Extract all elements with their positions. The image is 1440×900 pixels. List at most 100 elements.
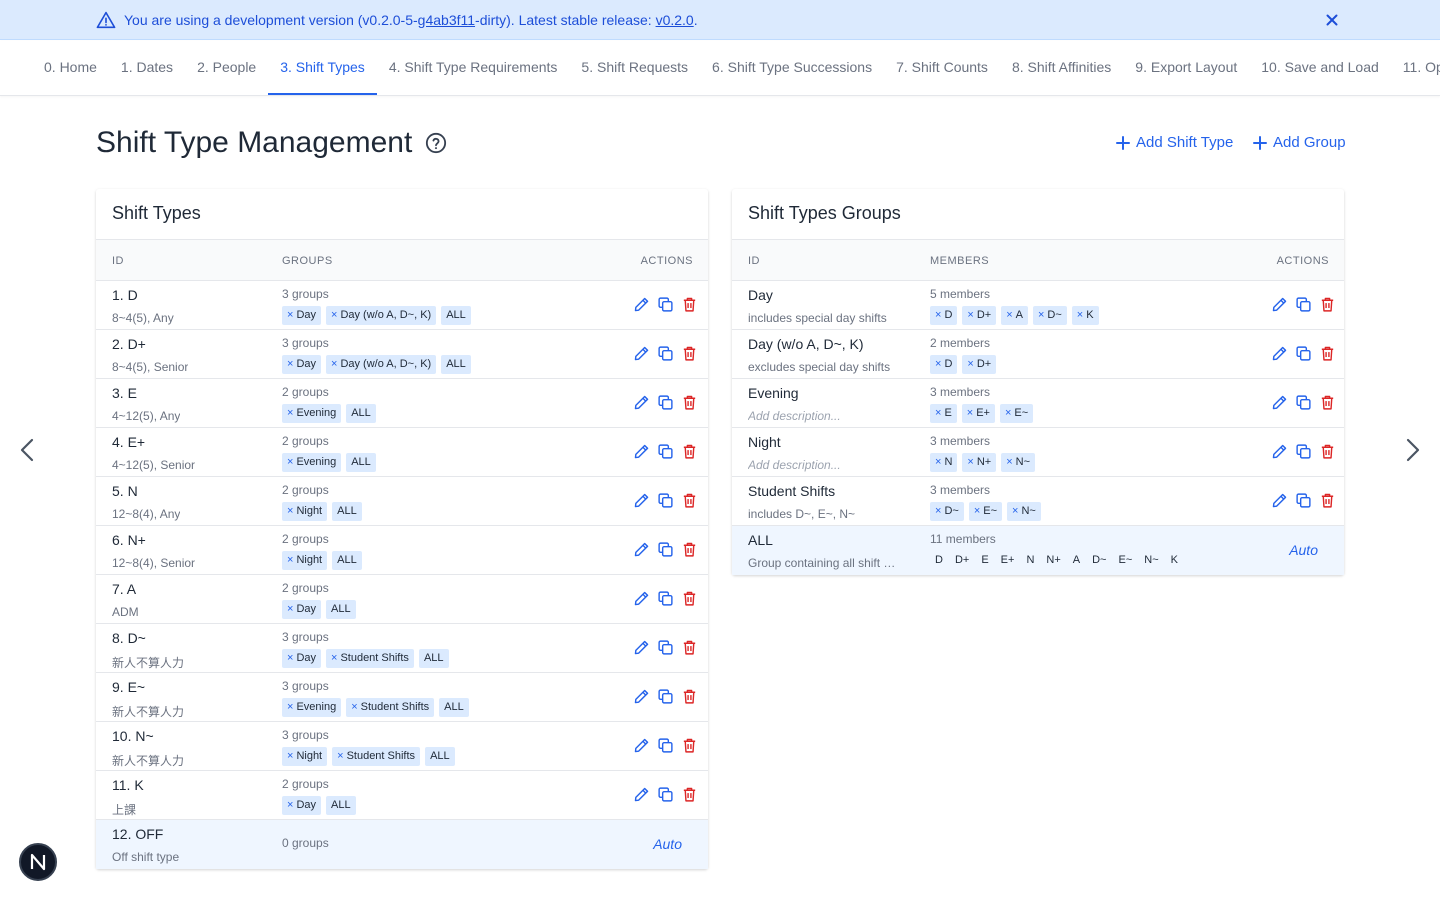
tab-step[interactable]: 1. Dates [109, 41, 185, 95]
group-description[interactable]: includes special day shifts [748, 311, 887, 325]
delete-icon[interactable] [1319, 345, 1336, 362]
duplicate-icon[interactable] [657, 639, 674, 656]
group-description[interactable]: Add description... [748, 458, 841, 472]
remove-chip-icon[interactable]: × [331, 358, 337, 370]
remove-chip-icon[interactable]: × [287, 799, 293, 811]
member-chip[interactable]: × N [930, 453, 958, 472]
member-chip[interactable]: × D [930, 306, 958, 325]
shift-type-description[interactable]: ADM [112, 605, 139, 619]
remove-chip-icon[interactable]: × [967, 358, 973, 370]
tab-step[interactable]: 10. Save and Load [1249, 41, 1391, 95]
duplicate-icon[interactable] [657, 394, 674, 411]
tab-step[interactable]: 3. Shift Types [268, 41, 377, 95]
remove-chip-icon[interactable]: × [337, 750, 343, 762]
duplicate-icon[interactable] [657, 590, 674, 607]
member-chip[interactable]: × Student Shifts [346, 698, 435, 717]
member-chip[interactable]: × D~ [1032, 306, 1067, 325]
tab-step[interactable]: 7. Shift Counts [884, 41, 1000, 95]
remove-chip-icon[interactable]: × [351, 701, 357, 713]
shift-type-description[interactable]: 上課 [112, 801, 136, 818]
remove-chip-icon[interactable]: × [287, 309, 293, 321]
help-icon[interactable] [425, 132, 447, 154]
duplicate-icon[interactable] [657, 737, 674, 754]
duplicate-icon[interactable] [657, 296, 674, 313]
remove-chip-icon[interactable]: × [331, 652, 337, 664]
group-description[interactable]: includes D~, E~, N~ [748, 507, 855, 521]
remove-chip-icon[interactable]: × [287, 407, 293, 419]
shift-type-description[interactable]: 12~8(4), Senior [112, 556, 195, 570]
edit-icon[interactable] [633, 492, 650, 509]
duplicate-icon[interactable] [1295, 394, 1312, 411]
delete-icon[interactable] [681, 492, 698, 509]
edit-icon[interactable] [1271, 394, 1288, 411]
member-chip[interactable]: × Evening [282, 453, 342, 472]
shift-type-description[interactable]: 新人不算人力 [112, 654, 184, 671]
remove-chip-icon[interactable]: × [1006, 309, 1012, 321]
remove-chip-icon[interactable]: × [287, 554, 293, 566]
member-chip[interactable]: × D+ [962, 355, 997, 374]
remove-chip-icon[interactable]: × [287, 505, 293, 517]
member-chip[interactable]: × Day [282, 796, 321, 815]
delete-icon[interactable] [1319, 492, 1336, 509]
remove-chip-icon[interactable]: × [1006, 456, 1012, 468]
member-chip[interactable]: × Student Shifts [326, 649, 414, 668]
delete-icon[interactable] [681, 541, 698, 558]
member-chip[interactable]: × Day (w/o A, D~, K) [326, 306, 437, 325]
edit-icon[interactable] [633, 688, 650, 705]
remove-chip-icon[interactable]: × [287, 652, 293, 664]
edit-icon[interactable] [633, 639, 650, 656]
remove-chip-icon[interactable]: × [287, 358, 293, 370]
member-chip[interactable]: × Evening [282, 404, 342, 423]
duplicate-icon[interactable] [1295, 443, 1312, 460]
remove-chip-icon[interactable]: × [974, 505, 980, 517]
duplicate-icon[interactable] [657, 492, 674, 509]
member-chip[interactable]: × Day [282, 306, 321, 325]
edit-icon[interactable] [633, 737, 650, 754]
member-chip[interactable]: × Night [282, 551, 328, 570]
remove-chip-icon[interactable]: × [967, 407, 973, 419]
member-chip[interactable]: × Day [282, 649, 321, 668]
edit-icon[interactable] [633, 590, 650, 607]
member-chip[interactable]: × D~ [930, 502, 964, 521]
remove-chip-icon[interactable]: × [1077, 309, 1083, 321]
chevron-right-icon[interactable] [1398, 436, 1426, 464]
group-description[interactable]: Add description... [748, 409, 841, 423]
tab-step[interactable]: 11. Op [1391, 41, 1440, 95]
remove-chip-icon[interactable]: × [287, 701, 293, 713]
tab-step[interactable]: 4. Shift Type Requirements [377, 41, 570, 95]
delete-icon[interactable] [681, 737, 698, 754]
tab-step[interactable]: 6. Shift Type Successions [700, 41, 884, 95]
remove-chip-icon[interactable]: × [967, 456, 973, 468]
tab-step[interactable]: 9. Export Layout [1123, 41, 1249, 95]
edit-icon[interactable] [633, 394, 650, 411]
delete-icon[interactable] [681, 590, 698, 607]
remove-chip-icon[interactable]: × [935, 358, 941, 370]
member-chip[interactable]: × Student Shifts [332, 747, 421, 766]
duplicate-icon[interactable] [657, 786, 674, 803]
delete-icon[interactable] [681, 688, 698, 705]
shift-type-description[interactable]: 8~4(5), Any [112, 311, 174, 325]
remove-chip-icon[interactable]: × [331, 309, 337, 321]
member-chip[interactable]: × Day (w/o A, D~, K) [326, 355, 437, 374]
tab-step[interactable]: 0. Home [32, 41, 109, 95]
edit-icon[interactable] [1271, 443, 1288, 460]
remove-chip-icon[interactable]: × [935, 456, 941, 468]
remove-chip-icon[interactable]: × [287, 750, 293, 762]
duplicate-icon[interactable] [1295, 492, 1312, 509]
remove-chip-icon[interactable]: × [1012, 505, 1018, 517]
delete-icon[interactable] [681, 394, 698, 411]
group-description[interactable]: excludes special day shifts [748, 360, 890, 374]
remove-chip-icon[interactable]: × [1038, 309, 1044, 321]
close-icon[interactable] [1324, 12, 1340, 28]
remove-chip-icon[interactable]: × [935, 407, 941, 419]
edit-icon[interactable] [633, 541, 650, 558]
member-chip[interactable]: × A [1001, 306, 1028, 325]
duplicate-icon[interactable] [1295, 296, 1312, 313]
member-chip[interactable]: × N~ [1001, 453, 1036, 472]
shift-type-description[interactable]: 新人不算人力 [112, 703, 184, 720]
member-chip[interactable]: × D [930, 355, 958, 374]
member-chip[interactable]: × Day [282, 355, 321, 374]
commit-link[interactable]: g4ab3f11 [418, 12, 475, 28]
edit-icon[interactable] [1271, 345, 1288, 362]
stable-release-link[interactable]: v0.2.0 [656, 12, 694, 28]
